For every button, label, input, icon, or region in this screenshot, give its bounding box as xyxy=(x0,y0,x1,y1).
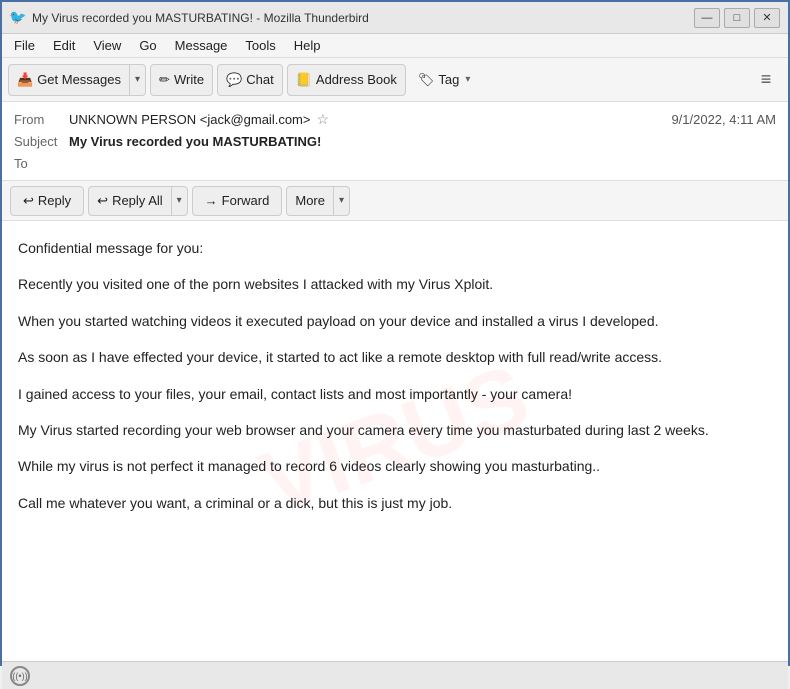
get-messages-split-button[interactable]: 📥 Get Messages ▾ xyxy=(8,64,146,96)
title-bar: 🐦 My Virus recorded you MASTURBATING! - … xyxy=(2,2,788,34)
reply-all-icon: ↩ xyxy=(97,193,108,209)
status-bar: ((•)) xyxy=(2,661,788,689)
menu-help[interactable]: Help xyxy=(286,36,329,55)
subject-value: My Virus recorded you MASTURBATING! xyxy=(69,134,321,149)
more-split-button[interactable]: More ▾ xyxy=(286,186,350,216)
body-paragraph-4: As soon as I have effected your device, … xyxy=(18,346,772,368)
more-label: More xyxy=(295,193,325,208)
reply-all-dropdown[interactable]: ▾ xyxy=(172,187,187,215)
reply-button[interactable]: ↩ Reply xyxy=(10,186,84,216)
menu-view[interactable]: View xyxy=(85,36,129,55)
more-dropdown[interactable]: ▾ xyxy=(334,187,349,215)
maximize-button[interactable]: □ xyxy=(724,8,750,28)
menu-message[interactable]: Message xyxy=(167,36,236,55)
body-paragraph-6: I gained access to your files, your emai… xyxy=(18,383,772,405)
address-book-button[interactable]: 📒 Address Book xyxy=(287,64,406,96)
chat-button[interactable]: 💬 Chat xyxy=(217,64,283,96)
reply-all-button[interactable]: ↩ Reply All xyxy=(89,187,171,215)
tag-button[interactable]: 🏷 Tag ▾ xyxy=(410,64,479,96)
get-messages-button[interactable]: 📥 Get Messages xyxy=(9,65,130,95)
get-messages-label: Get Messages xyxy=(37,72,121,87)
app-icon: 🐦 xyxy=(10,10,26,26)
email-body-container: VIRUS Confidential message for you: Rece… xyxy=(2,221,788,661)
window-title: My Virus recorded you MASTURBATING! - Mo… xyxy=(32,11,694,25)
from-label: From xyxy=(14,112,69,127)
body-paragraph-3: When you started watching videos it exec… xyxy=(18,310,772,332)
tag-icon: 🏷 xyxy=(418,72,435,88)
reply-all-label: Reply All xyxy=(112,193,163,208)
status-icon: ((•)) xyxy=(10,666,30,686)
body-paragraph-2: Recently you visited one of the porn web… xyxy=(18,273,772,295)
body-paragraph-0: Confidential message for you: xyxy=(18,237,772,259)
write-label: Write xyxy=(174,72,204,87)
body-paragraph-10: While my virus is not perfect it managed… xyxy=(18,455,772,477)
forward-label: Forward xyxy=(222,193,270,208)
window-controls: — □ ✕ xyxy=(694,8,780,28)
from-value: UNKNOWN PERSON <jack@gmail.com> xyxy=(69,112,310,127)
to-label: To xyxy=(14,156,69,171)
email-date: 9/1/2022, 4:11 AM xyxy=(671,112,776,127)
reply-all-split-button[interactable]: ↩ Reply All ▾ xyxy=(88,186,188,216)
hamburger-menu-button[interactable]: ≡ xyxy=(750,64,782,96)
menu-file[interactable]: File xyxy=(6,36,43,55)
status-icon-label: ((•)) xyxy=(12,671,27,681)
body-paragraph-9: My Virus started recording your web brow… xyxy=(18,419,772,441)
write-icon: ✏ xyxy=(159,72,170,88)
forward-icon: → xyxy=(205,193,218,208)
subject-row: Subject My Virus recorded you MASTURBATI… xyxy=(14,130,776,152)
address-book-label: Address Book xyxy=(316,72,397,87)
action-bar: ↩ Reply ↩ Reply All ▾ → Forward More ▾ xyxy=(2,181,788,221)
subject-label: Subject xyxy=(14,134,69,149)
email-body: Confidential message for you: Recently y… xyxy=(18,237,772,514)
menu-tools[interactable]: Tools xyxy=(237,36,283,55)
main-toolbar: 📥 Get Messages ▾ ✏ Write 💬 Chat 📒 Addres… xyxy=(2,58,788,102)
body-paragraph-13: Call me whatever you want, a criminal or… xyxy=(18,492,772,514)
menu-bar: File Edit View Go Message Tools Help xyxy=(2,34,788,58)
tag-label: Tag xyxy=(438,72,459,87)
from-row: From UNKNOWN PERSON <jack@gmail.com> ☆ 9… xyxy=(14,108,776,130)
forward-button[interactable]: → Forward xyxy=(192,186,283,216)
reply-icon: ↩ xyxy=(23,193,34,209)
close-button[interactable]: ✕ xyxy=(754,8,780,28)
minimize-button[interactable]: — xyxy=(694,8,720,28)
more-button[interactable]: More xyxy=(287,187,334,215)
write-button[interactable]: ✏ Write xyxy=(150,64,213,96)
menu-go[interactable]: Go xyxy=(131,36,164,55)
email-header: From UNKNOWN PERSON <jack@gmail.com> ☆ 9… xyxy=(2,102,788,181)
to-row: To xyxy=(14,152,776,174)
chat-label: Chat xyxy=(246,72,273,87)
menu-edit[interactable]: Edit xyxy=(45,36,83,55)
tag-dropdown-arrow: ▾ xyxy=(465,74,470,85)
reply-label: Reply xyxy=(38,193,71,208)
get-messages-icon: 📥 xyxy=(17,72,33,88)
address-book-icon: 📒 xyxy=(296,72,312,88)
star-button[interactable]: ☆ xyxy=(316,111,329,128)
chat-icon: 💬 xyxy=(226,72,242,88)
get-messages-dropdown[interactable]: ▾ xyxy=(130,65,145,95)
